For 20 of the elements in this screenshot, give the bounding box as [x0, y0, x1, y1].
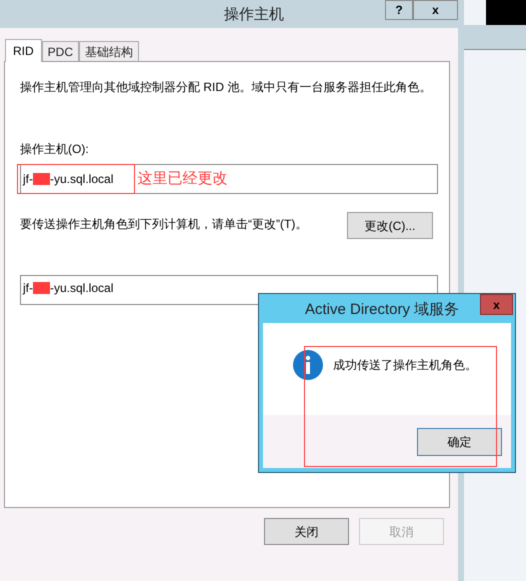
field-label: 操作主机(O): — [20, 141, 90, 158]
message-text: 成功传送了操作主机角色。 — [333, 357, 477, 374]
tab[interactable]: PDC — [42, 41, 80, 61]
info-icon — [293, 350, 323, 380]
ok-button[interactable]: 确定 — [417, 428, 502, 456]
description-text: 操作主机管理向其他域控制器分配 RID 池。域中只有一台服务器担任此角色。 — [20, 79, 432, 96]
background-window — [486, 0, 526, 25]
dialog-button[interactable]: 关闭 — [264, 518, 349, 545]
tab[interactable]: RID — [5, 39, 42, 62]
instruction-text: 要传送操作主机角色到下列计算机，请单击“更改”(T)。 — [20, 216, 308, 233]
close-button[interactable]: x — [413, 0, 458, 20]
close-button[interactable]: x — [480, 294, 513, 315]
help-button[interactable]: ? — [385, 0, 413, 20]
host-name: jf- -yu.sql.local — [23, 280, 114, 297]
host-name: jf- -yu.sql.local — [23, 171, 114, 188]
window-title: 操作主机 — [223, 5, 285, 25]
tab[interactable]: 基础结构 — [79, 41, 140, 61]
message-box-title: Active Directory 域服务 — [305, 300, 460, 320]
annotation-text: 这里已经更改 — [137, 168, 228, 189]
change-button[interactable]: 更改(C)... — [347, 212, 433, 239]
